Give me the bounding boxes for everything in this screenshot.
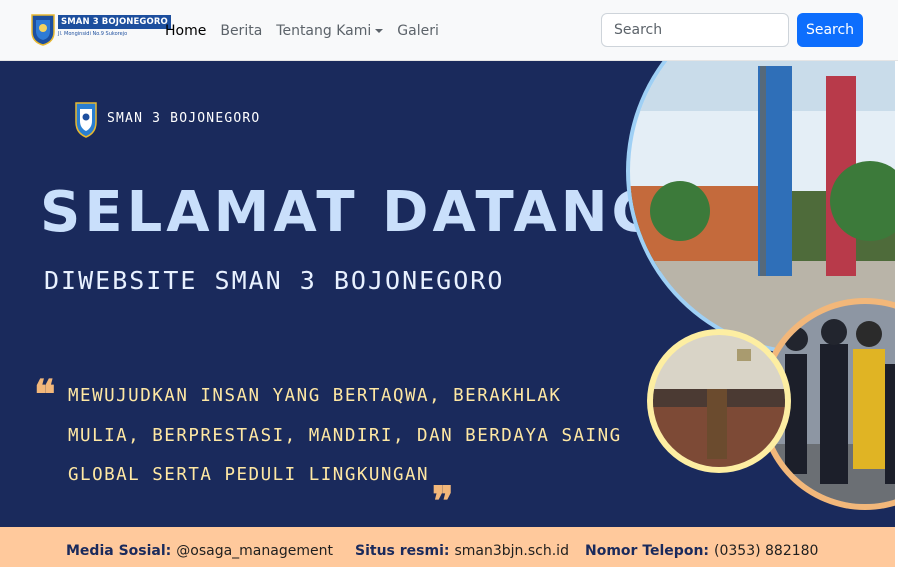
hero-school-name: SMAN 3 BOJONEGORO	[107, 111, 261, 126]
nav-berita[interactable]: Berita	[220, 23, 262, 39]
motto-line: GLOBAL SERTA PEDULI LINGKUNGAN	[68, 465, 430, 485]
brand-name: SMAN 3 BOJONEGORO	[58, 15, 171, 29]
nav-galeri[interactable]: Galeri	[397, 23, 439, 39]
nav-tentang-kami-label: Tentang Kami	[276, 23, 372, 39]
nav-home[interactable]: Home	[165, 23, 206, 39]
search-input[interactable]	[601, 13, 789, 47]
motto-line: MULIA, BERPRESTASI, MANDIRI, DAN BERDAYA…	[68, 426, 622, 446]
footer-social-value: @osaga_management	[176, 543, 333, 559]
footer-social: Media Sosial: @osaga_management	[66, 543, 333, 559]
nav-tentang-kami[interactable]: Tentang Kami	[276, 23, 384, 39]
footer-site-value: sman3bjn.sch.id	[454, 543, 569, 559]
footer-site: Situs resmi: sman3bjn.sch.id	[355, 543, 569, 559]
school-shield-icon	[31, 14, 55, 46]
navbar: SMAN 3 BOJONEGORO Jl. Monginsidi No.9 Su…	[0, 0, 898, 61]
brand-address: Jl. Monginsidi No.9 Sukorejo	[58, 31, 128, 37]
school-shield-icon	[75, 102, 97, 138]
footer-phone: Nomor Telepon: (0353) 882180	[585, 543, 818, 559]
footer-contact-bar: Media Sosial: @osaga_management Situs res…	[0, 527, 898, 567]
group-photo	[647, 329, 791, 473]
quote-close-icon: ❝	[432, 460, 454, 507]
quote-open-icon: ❝	[34, 371, 56, 418]
caret-down-icon	[375, 29, 384, 33]
footer-site-label: Situs resmi:	[355, 543, 450, 559]
footer-phone-label: Nomor Telepon:	[585, 543, 710, 559]
footer-phone-value: (0353) 882180	[714, 543, 819, 559]
hero-banner: SMAN 3 BOJONEGORO SELAMAT DATANG DIWEBSI…	[0, 61, 898, 527]
main-nav: Home Berita Tentang Kami Galeri	[165, 20, 453, 42]
motto-line: MEWUJUDKAN INSAN YANG BERTAQWA, BERAKHLA…	[68, 386, 562, 406]
hero-subtitle: DIWEBSITE SMAN 3 BOJONEGORO	[44, 266, 505, 295]
hero-title: SELAMAT DATANG	[40, 180, 662, 245]
brand-logo[interactable]: SMAN 3 BOJONEGORO Jl. Monginsidi No.9 Su…	[30, 12, 171, 48]
search-button[interactable]: Search	[797, 13, 863, 47]
footer-social-label: Media Sosial:	[66, 543, 172, 559]
